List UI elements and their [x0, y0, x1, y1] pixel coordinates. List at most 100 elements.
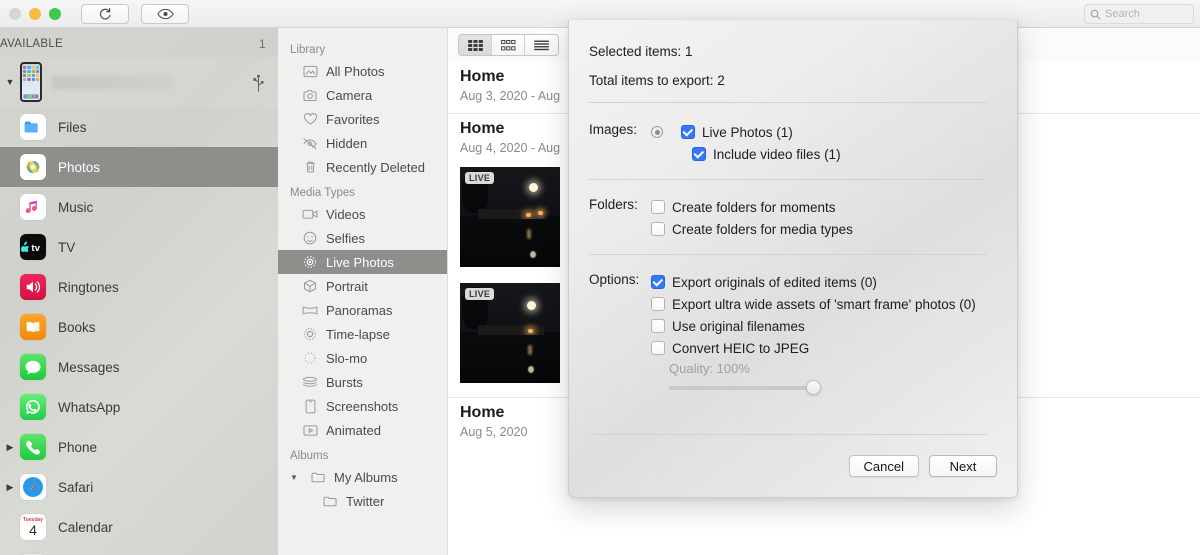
export-originals-label: Export originals of edited items (0) — [672, 274, 877, 290]
export-ultra-wide-checkbox[interactable] — [651, 297, 665, 311]
sidebar-item-calendar[interactable]: Tuesday 4 Calendar — [0, 507, 278, 547]
sidebar-section-header: AVAILABLE 1 — [0, 28, 278, 57]
sidebar-item-panoramas[interactable]: Panoramas — [278, 298, 447, 322]
sidebar-item-photos[interactable]: Photos — [0, 147, 278, 187]
sidebar-item-label: Camera — [326, 87, 373, 103]
library-group-title: Media Types — [290, 187, 355, 199]
photo-thumbnail[interactable]: LIVE — [460, 167, 560, 267]
sidebar-item-videos[interactable]: Videos — [278, 202, 447, 226]
use-original-filenames-row[interactable]: Use original filenames — [651, 315, 987, 337]
sidebar-item-label: Screenshots — [326, 398, 399, 414]
images-radio-button[interactable] — [651, 126, 663, 138]
sidebar-item-phone[interactable]: ▶ Phone — [0, 427, 278, 467]
minimize-window-button[interactable] — [29, 7, 41, 20]
bursts-icon — [302, 374, 318, 390]
folders-section-label: Folders: — [589, 197, 638, 212]
convert-heic-checkbox[interactable] — [651, 341, 665, 355]
ringtones-icon — [20, 274, 46, 300]
sidebar-item-label: Favorites — [326, 111, 380, 127]
create-folders-moments-row[interactable]: Create folders for moments — [651, 196, 987, 218]
search-field[interactable]: Search — [1084, 4, 1194, 24]
sidebar-item-favorites[interactable]: Favorites — [278, 107, 447, 131]
sidebar-item-messages[interactable]: Messages — [0, 347, 278, 387]
sidebar-item-label: Recently Deleted — [326, 159, 425, 175]
sidebar-item-all-photos[interactable]: All Photos — [278, 59, 447, 83]
grid-view-icon[interactable] — [459, 35, 492, 55]
quality-slider-track[interactable] — [669, 386, 821, 390]
sidebar-item-twitter[interactable]: Twitter — [278, 489, 447, 513]
sidebar-item-label: All Photos — [326, 63, 385, 79]
maximize-window-button[interactable] — [49, 7, 61, 20]
convert-heic-label: Convert HEIC to JPEG — [672, 340, 810, 356]
photos-icon — [20, 154, 46, 180]
sidebar-item-safari[interactable]: ▶ Safari — [0, 467, 278, 507]
export-originals-checkbox[interactable] — [651, 275, 665, 289]
folders-section: Folders: Create folders for moments Crea… — [589, 196, 987, 240]
device-row[interactable]: ▼ — [0, 57, 278, 107]
device-disclosure-triangle[interactable]: ▼ — [0, 77, 20, 87]
sidebar-item-camera[interactable]: Camera — [278, 83, 447, 107]
sidebar-item-bursts[interactable]: Bursts — [278, 370, 447, 394]
sidebar-item-my-albums[interactable]: ▼ My Albums — [278, 465, 447, 489]
folder-icon — [310, 469, 326, 485]
create-folders-moments-checkbox[interactable] — [651, 200, 665, 214]
sidebar-item-hidden[interactable]: Hidden — [278, 131, 447, 155]
phone-disclosure-triangle[interactable]: ▶ — [0, 442, 20, 453]
sidebar-item-recently-deleted[interactable]: Recently Deleted — [278, 155, 447, 179]
refresh-button[interactable] — [81, 3, 129, 24]
include-video-files-checkbox[interactable] — [692, 147, 706, 161]
sidebar-item-screenshots[interactable]: Screenshots — [278, 394, 447, 418]
use-original-filenames-checkbox[interactable] — [651, 319, 665, 333]
export-originals-row[interactable]: Export originals of edited items (0) — [651, 271, 987, 293]
view-mode-segmented-control[interactable] — [458, 34, 559, 56]
quality-slider[interactable] — [651, 380, 821, 395]
sidebar-item-label: Time-lapse — [326, 326, 390, 342]
refresh-icon — [98, 7, 112, 21]
preview-eye-button[interactable] — [141, 3, 189, 24]
photo-thumbnail[interactable]: LIVE — [460, 283, 560, 383]
traffic-light-group — [0, 7, 61, 20]
sidebar-item-label: Selfies — [326, 230, 366, 246]
sidebar-item-tv[interactable]: tv TV — [0, 227, 278, 267]
usb-icon — [253, 74, 264, 92]
sidebar-item-books[interactable]: Books — [0, 307, 278, 347]
close-window-button[interactable] — [9, 7, 21, 20]
sidebar-item-time-lapse[interactable]: Time-lapse — [278, 322, 447, 346]
cancel-button[interactable]: Cancel — [848, 455, 919, 477]
divider — [589, 102, 987, 103]
sidebar-item-label: Twitter — [346, 493, 385, 509]
live-photos-row[interactable]: Live Photos (1) — [651, 121, 987, 143]
heart-icon — [302, 111, 318, 127]
sidebar-item-live-photos[interactable]: Live Photos — [278, 250, 447, 274]
sidebar-item-label: Photos — [58, 159, 101, 175]
dialog-footer: Cancel Next — [569, 435, 1017, 497]
sidebar-item-music[interactable]: Music — [0, 187, 278, 227]
messages-icon — [20, 354, 46, 380]
sidebar-item-ringtones[interactable]: Ringtones — [0, 267, 278, 307]
export-ultra-wide-row[interactable]: Export ultra wide assets of 'smart frame… — [651, 293, 987, 315]
sidebar-item-label: WhatsApp — [58, 399, 121, 415]
include-video-files-row[interactable]: Include video files (1) — [651, 143, 987, 165]
next-button[interactable]: Next — [929, 455, 997, 477]
create-folders-media-types-checkbox[interactable] — [651, 222, 665, 236]
slomo-icon — [302, 350, 318, 366]
convert-heic-row[interactable]: Convert HEIC to JPEG — [651, 337, 987, 359]
sidebar-item-files[interactable]: Files — [0, 107, 278, 147]
live-photos-checkbox[interactable] — [681, 125, 695, 139]
sidebar-item-whatsapp[interactable]: WhatsApp — [0, 387, 278, 427]
images-section-label: Images: — [589, 122, 638, 137]
sidebar-item-portrait[interactable]: Portrait — [278, 274, 447, 298]
sidebar-item-animated[interactable]: Animated — [278, 418, 447, 442]
list-view-icon[interactable] — [525, 35, 558, 55]
quality-slider-thumb[interactable] — [806, 380, 821, 395]
my-albums-disclosure-triangle[interactable]: ▼ — [290, 473, 300, 482]
safari-disclosure-triangle[interactable]: ▶ — [0, 482, 20, 493]
create-folders-media-types-row[interactable]: Create folders for media types — [651, 218, 987, 240]
quality-label: Quality: 100% — [669, 361, 750, 376]
sidebar-item-slo-mo[interactable]: Slo-mo — [278, 346, 447, 370]
options-section: Options: Export originals of edited item… — [589, 271, 987, 395]
list-grid-view-icon[interactable] — [492, 35, 525, 55]
sidebar-item-selfies[interactable]: Selfies — [278, 226, 447, 250]
sidebar-item-contacts[interactable]: Contacts — [0, 547, 278, 555]
whatsapp-icon — [20, 394, 46, 420]
